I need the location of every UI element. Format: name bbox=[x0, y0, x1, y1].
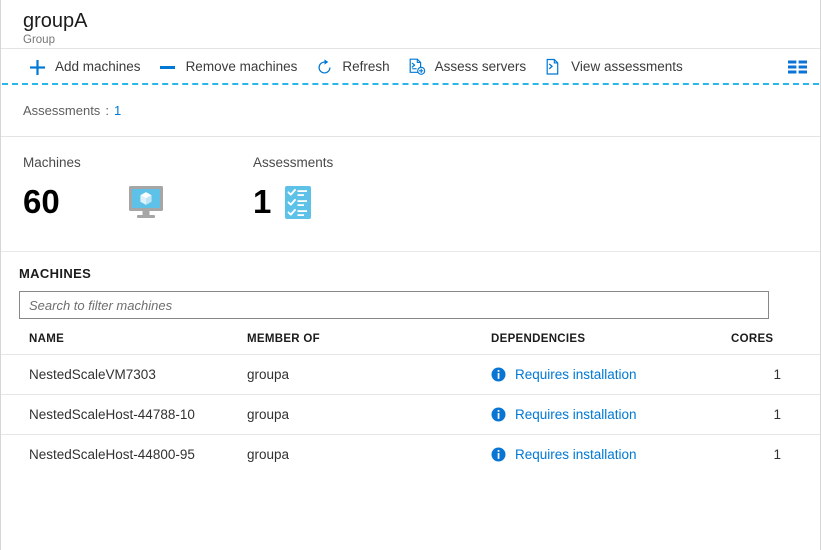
stat-tile-machines[interactable]: Machines 60 bbox=[23, 155, 253, 251]
grid-columns-button[interactable] bbox=[779, 49, 820, 85]
remove-machines-label: Remove machines bbox=[185, 59, 298, 74]
filter-summary-row: Assessments : 1 bbox=[1, 85, 820, 137]
grid-columns-icon bbox=[788, 58, 808, 76]
assess-servers-icon bbox=[408, 58, 426, 76]
assessments-filter-value[interactable]: 1 bbox=[114, 103, 121, 118]
column-header-cores[interactable]: CORES bbox=[731, 333, 820, 355]
cell-dependencies: Requires installation bbox=[491, 354, 731, 395]
cell-cores: 1 bbox=[731, 434, 820, 474]
stat-assessments-caption: Assessments bbox=[253, 155, 334, 170]
column-header-name[interactable]: NAME bbox=[1, 333, 247, 355]
cell-cores: 1 bbox=[731, 394, 820, 435]
minus-icon bbox=[159, 58, 177, 76]
checklist-icon bbox=[285, 185, 312, 219]
column-header-member-of[interactable]: MEMBER OF bbox=[247, 333, 491, 355]
column-header-dependencies[interactable]: DEPENDENCIES bbox=[491, 333, 731, 355]
cell-member-of: groupa bbox=[247, 434, 491, 474]
cell-dependencies: Requires installation bbox=[491, 394, 731, 435]
stat-assessments-value: 1 bbox=[253, 183, 272, 220]
dependencies-link[interactable]: Requires installation bbox=[515, 407, 637, 422]
view-assessments-icon bbox=[544, 58, 562, 76]
stats-row: Machines 60 Assessments 1 bbox=[1, 137, 820, 252]
refresh-icon bbox=[315, 58, 333, 76]
assessments-filter-label: Assessments bbox=[23, 103, 101, 118]
cell-machine-name: NestedScaleHost-44788-10 bbox=[1, 394, 247, 435]
dependencies-link[interactable]: Requires installation bbox=[515, 447, 637, 462]
cell-member-of: groupa bbox=[247, 354, 491, 395]
add-machines-button[interactable]: Add machines bbox=[19, 49, 150, 85]
refresh-button[interactable]: Refresh bbox=[306, 49, 398, 85]
view-assessments-label: View assessments bbox=[571, 59, 683, 74]
table-row[interactable]: NestedScaleVM7303 groupa Requires instal… bbox=[1, 354, 820, 395]
command-bar: Add machines Remove machines Refresh Ass… bbox=[1, 49, 820, 85]
stat-assessments-body: 1 bbox=[253, 183, 333, 221]
stat-machines-body: 60 bbox=[23, 183, 253, 221]
info-icon bbox=[491, 407, 506, 422]
info-icon bbox=[491, 367, 506, 382]
page-title: groupA bbox=[23, 10, 88, 32]
machines-table-header-row: NAME MEMBER OF DEPENDENCIES CORES bbox=[1, 333, 820, 355]
stat-tile-assessments[interactable]: Assessments 1 bbox=[253, 155, 333, 251]
cell-machine-name: NestedScaleVM7303 bbox=[1, 354, 247, 395]
add-machines-label: Add machines bbox=[55, 59, 141, 74]
table-row[interactable]: NestedScaleHost-44788-10 groupa Requires… bbox=[1, 394, 820, 435]
blade-group-detail: groupA Group Add machines Remove machine… bbox=[0, 0, 821, 550]
dependencies-link[interactable]: Requires installation bbox=[515, 367, 637, 382]
plus-icon bbox=[28, 58, 46, 76]
cell-dependencies: Requires installation bbox=[491, 434, 731, 474]
machines-section-title: MACHINES bbox=[19, 266, 92, 281]
view-assessments-button[interactable]: View assessments bbox=[535, 49, 692, 85]
stat-machines-caption: Machines bbox=[23, 155, 81, 170]
table-row[interactable]: NestedScaleHost-44800-95 groupa Requires… bbox=[1, 434, 820, 474]
search-input[interactable] bbox=[19, 291, 769, 319]
machines-table: NAME MEMBER OF DEPENDENCIES CORES Nested… bbox=[1, 333, 820, 474]
assess-servers-label: Assess servers bbox=[434, 59, 527, 74]
stat-machines-value: 60 bbox=[23, 183, 60, 220]
command-bar-focus-underline bbox=[2, 83, 819, 85]
assessments-filter-separator: : bbox=[105, 103, 109, 118]
refresh-label: Refresh bbox=[342, 59, 390, 74]
remove-machines-button[interactable]: Remove machines bbox=[150, 49, 307, 85]
cell-machine-name: NestedScaleHost-44800-95 bbox=[1, 434, 247, 474]
assess-servers-button[interactable]: Assess servers bbox=[399, 49, 536, 85]
machines-table-body: NestedScaleVM7303 groupa Requires instal… bbox=[1, 354, 820, 474]
blade-header: groupA Group bbox=[1, 0, 820, 49]
page-subtitle: Group bbox=[23, 34, 55, 46]
cell-member-of: groupa bbox=[247, 394, 491, 435]
info-icon bbox=[491, 447, 506, 462]
cell-cores: 1 bbox=[731, 354, 820, 395]
machines-search-wrap bbox=[1, 281, 820, 319]
machines-table-head: NAME MEMBER OF DEPENDENCIES CORES bbox=[1, 333, 820, 355]
server-monitor-icon bbox=[128, 185, 164, 219]
